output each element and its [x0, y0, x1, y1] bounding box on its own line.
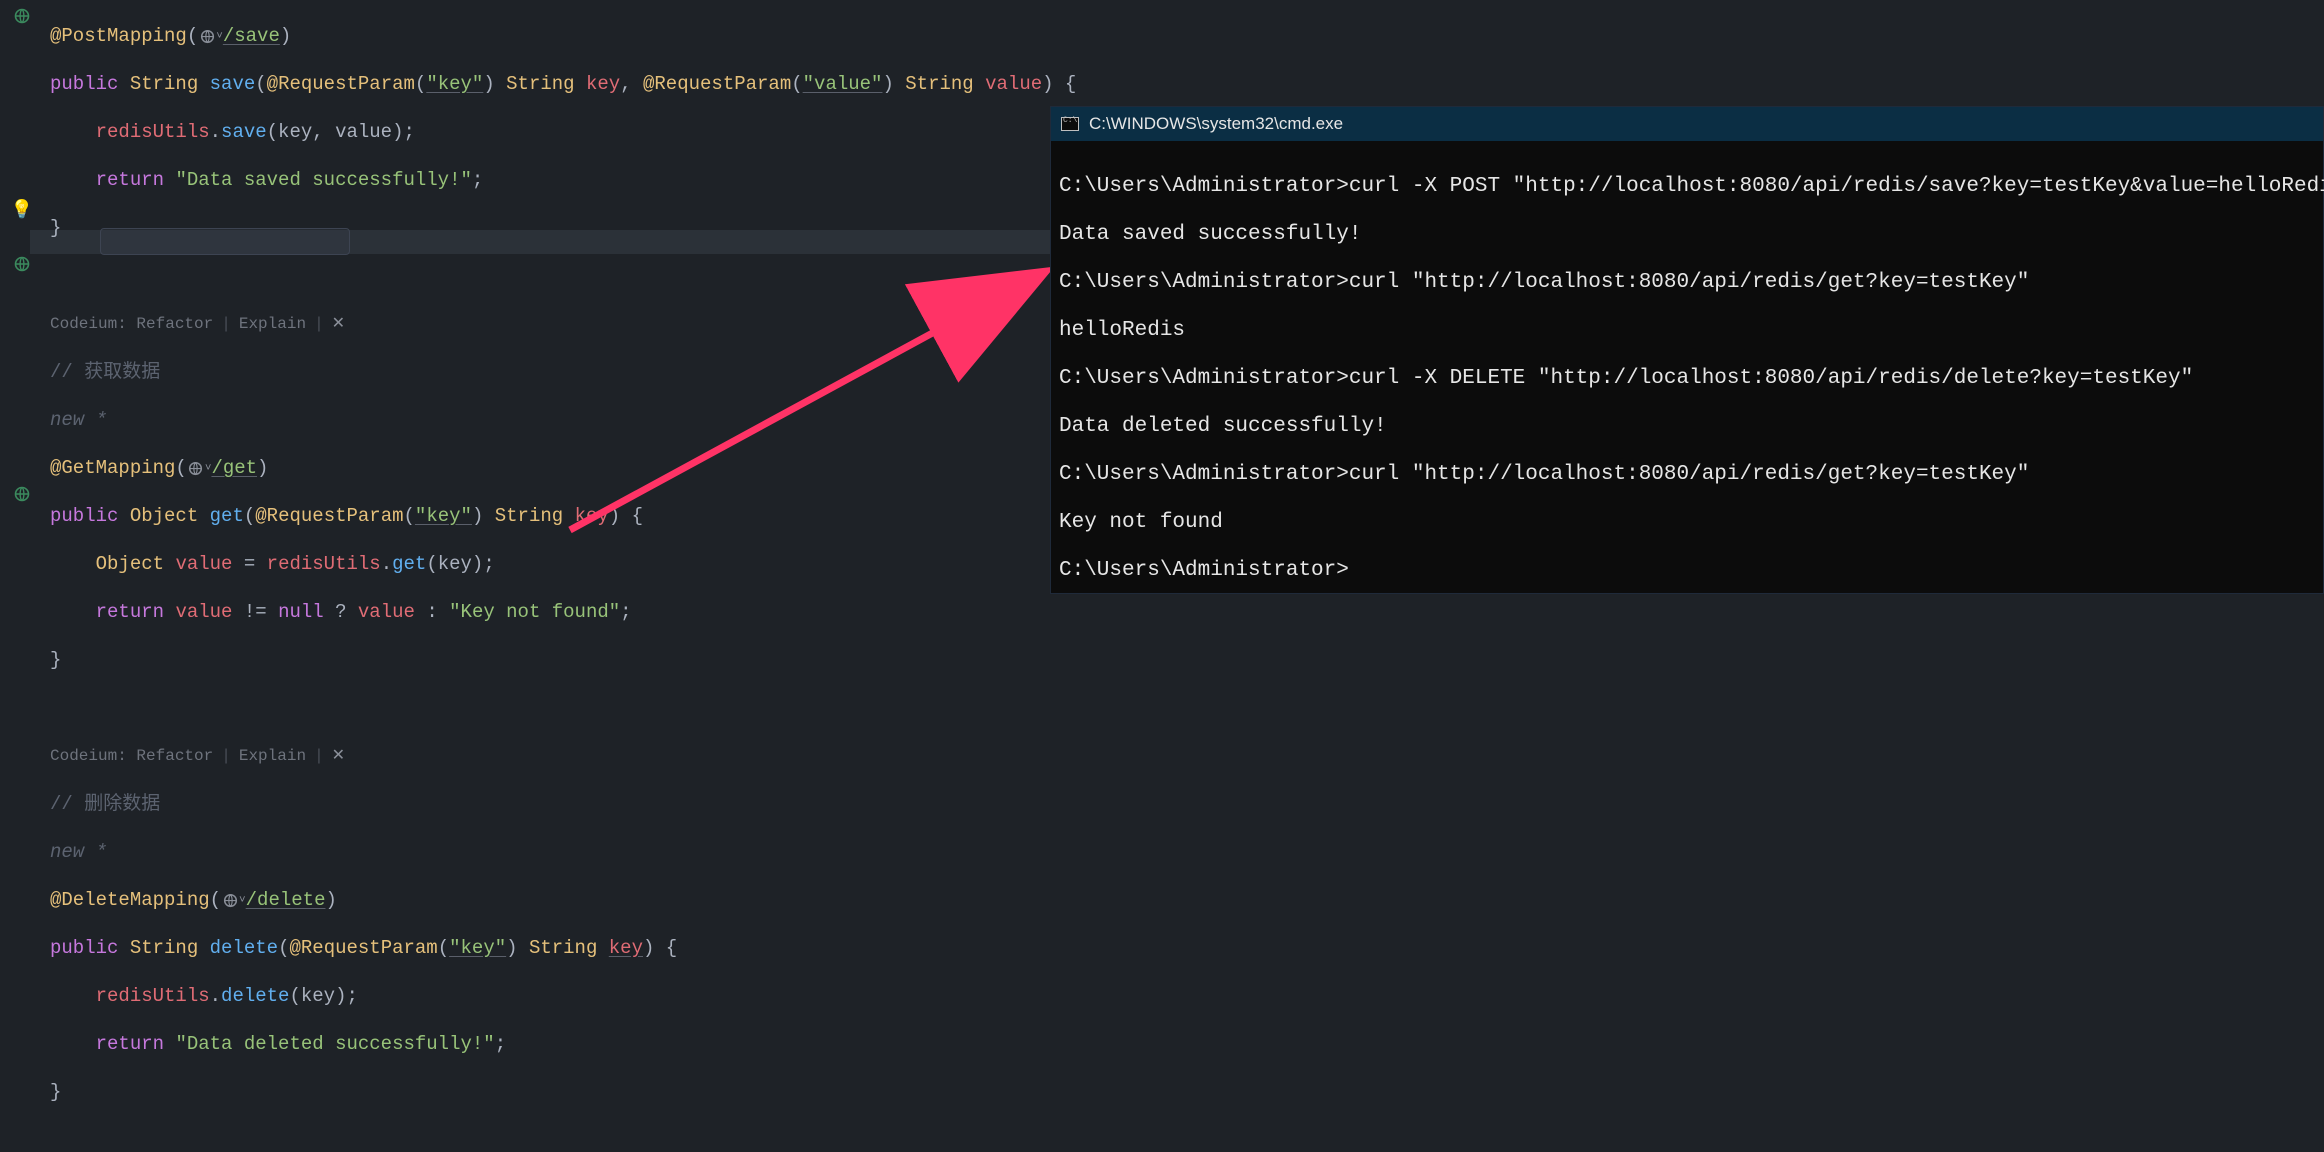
cmd-output[interactable]: C:\Users\Administrator>curl -X POST "htt…	[1051, 141, 2323, 641]
terminal-line: Key not found	[1059, 511, 2315, 535]
endpoint-gutter-icon[interactable]	[12, 254, 32, 274]
vcs-new-marker: new *	[50, 841, 107, 863]
terminal-line: C:\Users\Administrator>curl "http://loca…	[1059, 463, 2315, 487]
globe-icon	[198, 28, 216, 46]
vcs-new-marker: new *	[50, 409, 107, 431]
annotation: @GetMapping	[50, 457, 175, 479]
annotation: @DeleteMapping	[50, 889, 210, 911]
terminal-line: C:\Users\Administrator>curl -X POST "htt…	[1059, 175, 2315, 199]
chevron-down-icon: ˅	[216, 31, 223, 43]
code-area[interactable]: @PostMapping(˅/save) public String save(…	[50, 0, 1076, 1152]
cmd-title: C:\WINDOWS\system32\cmd.exe	[1089, 114, 1343, 134]
close-icon[interactable]: ✕	[332, 312, 345, 336]
codelens-refactor[interactable]: Codeium: Refactor	[50, 312, 213, 336]
cmd-icon	[1061, 117, 1079, 131]
route-literal: /get	[211, 457, 257, 479]
editor-gutter: 💡	[0, 0, 46, 594]
globe-icon	[221, 892, 239, 910]
terminal-line: helloRedis	[1059, 319, 2315, 343]
codelens-explain[interactable]: Explain	[239, 312, 306, 336]
comment: // 获取数据	[50, 361, 160, 383]
terminal-line: C:\Users\Administrator>curl "http://loca…	[1059, 271, 2315, 295]
codelens-refactor[interactable]: Codeium: Refactor	[50, 744, 213, 768]
annotation: @PostMapping	[50, 25, 187, 47]
route-literal: /save	[223, 25, 280, 47]
endpoint-gutter-icon[interactable]	[12, 6, 32, 26]
lightbulb-icon[interactable]: 💡	[12, 200, 32, 220]
cmd-titlebar[interactable]: C:\WINDOWS\system32\cmd.exe	[1051, 107, 2323, 141]
terminal-line: C:\Users\Administrator>	[1059, 559, 2315, 583]
codelens-row: Codeium: Refactor|Explain|✕	[50, 312, 1076, 336]
close-icon[interactable]: ✕	[332, 744, 345, 768]
cmd-window[interactable]: C:\WINDOWS\system32\cmd.exe C:\Users\Adm…	[1050, 106, 2324, 594]
comment: // 删除数据	[50, 793, 160, 815]
route-literal: /delete	[246, 889, 326, 911]
codelens-row: Codeium: Refactor|Explain|✕	[50, 744, 1076, 768]
chevron-down-icon: ˅	[239, 895, 246, 907]
terminal-line: C:\Users\Administrator>curl -X DELETE "h…	[1059, 367, 2315, 391]
globe-icon	[187, 460, 205, 478]
terminal-line: Data saved successfully!	[1059, 223, 2315, 247]
codelens-explain[interactable]: Explain	[239, 744, 306, 768]
endpoint-gutter-icon[interactable]	[12, 484, 32, 504]
terminal-line: Data deleted successfully!	[1059, 415, 2315, 439]
